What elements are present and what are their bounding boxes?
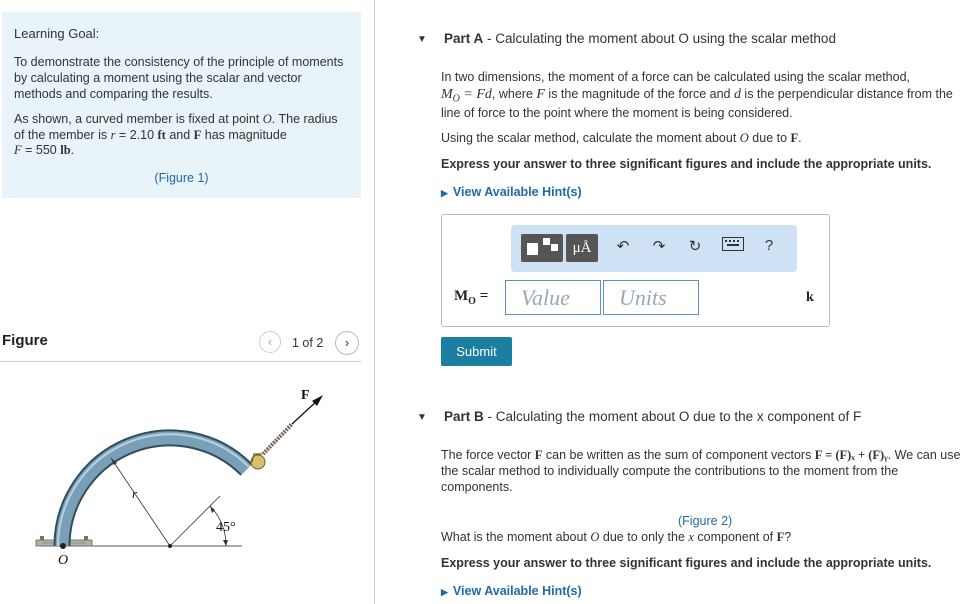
- template-icon[interactable]: [521, 234, 563, 262]
- learning-goal-description: As shown, a curved member is fixed at po…: [14, 112, 338, 158]
- previous-figure-button[interactable]: ‹: [259, 331, 281, 353]
- origin-label: O: [58, 553, 68, 568]
- figure-header: Figure ‹ 1 of 2 ›: [0, 328, 361, 362]
- moment-label: MO =: [454, 288, 489, 307]
- reset-icon[interactable]: ↻: [683, 237, 707, 261]
- part-a-label: Part A: [444, 31, 484, 46]
- left-column: Learning Goal: To demonstrate the consis…: [0, 0, 375, 604]
- keyboard-icon[interactable]: [721, 237, 745, 261]
- part-b-express-instruction: Express your answer to three significant…: [441, 556, 932, 570]
- redo-icon[interactable]: ↷: [647, 237, 671, 261]
- submit-button[interactable]: Submit: [441, 337, 512, 366]
- part-a-instruction: Using the scalar method, calculate the m…: [441, 131, 802, 145]
- part-b-hints-link[interactable]: ▶ View Available Hint(s): [441, 584, 582, 598]
- units-button[interactable]: μÅ: [566, 234, 598, 262]
- next-figure-button[interactable]: ›: [335, 331, 359, 355]
- learning-goal-paragraph: To demonstrate the consistency of the pr…: [14, 55, 344, 101]
- figure-2-link[interactable]: (Figure 2): [678, 514, 732, 528]
- part-b-intro: The force vector F can be written as the…: [441, 448, 961, 494]
- value-input[interactable]: Value: [505, 280, 601, 315]
- caret-right-icon: ▶: [441, 188, 448, 198]
- part-a-title: - Calculating the moment about O using t…: [483, 31, 836, 46]
- collapse-triangle-icon[interactable]: ▼: [417, 34, 427, 45]
- part-a-hints-link[interactable]: ▶ View Available Hint(s): [441, 185, 582, 199]
- part-b-label: Part B: [444, 409, 484, 424]
- units-input[interactable]: Units: [603, 280, 699, 315]
- learning-goal-title: Learning Goal:: [14, 26, 100, 41]
- part-b-header[interactable]: ▼ Part B - Calculating the moment about …: [401, 406, 975, 436]
- part-b-question: What is the moment about O due to only t…: [441, 530, 792, 544]
- caret-right-icon: ▶: [441, 587, 448, 597]
- figure-1-link[interactable]: (Figure 1): [14, 171, 349, 187]
- figure-count: 1 of 2: [292, 336, 324, 350]
- radius-label: r: [132, 486, 138, 501]
- curved-member-figure: F r 45° O: [35, 388, 323, 568]
- part-a-intro: In two dimensions, the moment of a force…: [441, 70, 953, 121]
- part-a-header[interactable]: ▼ Part A - Calculating the moment about …: [401, 28, 975, 58]
- angle-label: 45°: [216, 520, 236, 535]
- figure-title: Figure: [2, 332, 48, 349]
- undo-icon[interactable]: ↶: [611, 237, 635, 261]
- part-b-title: - Calculating the moment about O due to …: [483, 409, 862, 424]
- collapse-triangle-icon[interactable]: ▼: [417, 412, 427, 423]
- help-button[interactable]: ?: [759, 237, 779, 261]
- part-a-express-instruction: Express your answer to three significant…: [441, 157, 932, 171]
- math-toolbar: μÅ ↶ ↷ ↻ ?: [511, 225, 797, 272]
- right-column: ▼ Part A - Calculating the moment about …: [401, 0, 975, 604]
- learning-goal-panel: Learning Goal: To demonstrate the consis…: [2, 12, 361, 198]
- force-label: F: [301, 388, 310, 403]
- unit-vector-label: k: [806, 290, 814, 305]
- answer-box: μÅ ↶ ↷ ↻ ? MO = Value Units k: [441, 214, 830, 327]
